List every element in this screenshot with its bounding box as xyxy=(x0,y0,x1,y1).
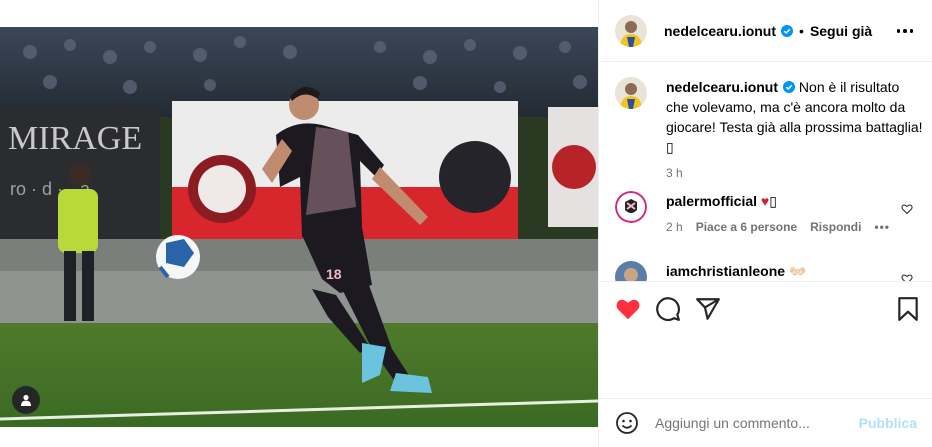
comment-clap-emoji: 👐🏻 xyxy=(788,263,807,279)
comment-input[interactable] xyxy=(655,415,845,431)
jersey-number: 18 xyxy=(326,266,342,282)
banner-text-mirage: MIRAGE xyxy=(8,120,142,157)
comment-emoji: ▯ xyxy=(769,193,777,209)
heart-icon[interactable] xyxy=(615,296,641,322)
comment-reply-button[interactable]: Rispondi xyxy=(810,217,861,237)
comment-username[interactable]: palermofficial xyxy=(666,193,757,209)
comment-like-heart-icon[interactable] xyxy=(901,273,913,281)
post-photo[interactable]: MIRAGE ro · d ··· a FAN xyxy=(0,27,598,427)
comment-item: palermofficial ♥▯ 2 h Piace a 6 persone … xyxy=(615,191,925,237)
user-tag-icon xyxy=(21,394,31,406)
emoji-icon[interactable] xyxy=(615,411,639,435)
author-username[interactable]: nedelcearu.ionut xyxy=(664,23,776,39)
share-icon[interactable] xyxy=(695,296,721,322)
comment-heart-emoji: ♥ xyxy=(760,193,770,209)
comments-list[interactable]: nedelcearu.ionut Non è il risultato che … xyxy=(599,63,932,281)
post-actions xyxy=(599,281,932,335)
publish-button[interactable]: Pubblica xyxy=(859,415,917,431)
comment-icon[interactable] xyxy=(655,296,681,322)
caption-emoji: ▯ xyxy=(666,139,674,155)
comment-time[interactable]: 2 h xyxy=(666,217,683,237)
comment-more-button[interactable]: ••• xyxy=(874,217,890,237)
follow-button[interactable]: Segui già xyxy=(810,23,872,39)
save-icon[interactable] xyxy=(895,296,921,322)
comment-username[interactable]: iamchristianleone xyxy=(666,263,785,279)
instagram-post: MIRAGE ro · d ··· a FAN xyxy=(0,0,932,447)
caption-avatar[interactable] xyxy=(615,77,647,109)
media-pane: MIRAGE ro · d ··· a FAN xyxy=(0,0,598,447)
caption-username[interactable]: nedelcearu.ionut xyxy=(666,79,778,95)
more-icon xyxy=(896,29,901,33)
more-options-button[interactable] xyxy=(895,22,915,40)
user-tag-button[interactable] xyxy=(12,386,40,414)
comment-composer: Pubblica xyxy=(599,398,932,447)
post-caption: nedelcearu.ionut Non è il risultato che … xyxy=(615,77,925,183)
comment-likes[interactable]: Piace a 6 persone xyxy=(696,217,797,237)
post-header: nedelcearu.ionut • Segui già xyxy=(599,0,932,62)
football xyxy=(156,235,200,279)
verified-icon xyxy=(781,24,794,37)
comment-like-heart-icon[interactable] xyxy=(901,203,913,215)
header-separator: • xyxy=(799,22,804,39)
verified-icon xyxy=(783,81,796,93)
comment-avatar-christian[interactable] xyxy=(615,261,647,281)
photo-drawing: MIRAGE ro · d ··· a FAN xyxy=(0,27,598,427)
comment-avatar-palermo[interactable] xyxy=(615,191,647,223)
caption-timestamp[interactable]: 3 h xyxy=(666,163,925,183)
author-avatar[interactable] xyxy=(615,14,647,47)
comment-item: iamchristianleone 👐🏻 xyxy=(615,261,925,281)
post-sidebar: nedelcearu.ionut • Segui già nedelcearu.… xyxy=(598,0,932,447)
